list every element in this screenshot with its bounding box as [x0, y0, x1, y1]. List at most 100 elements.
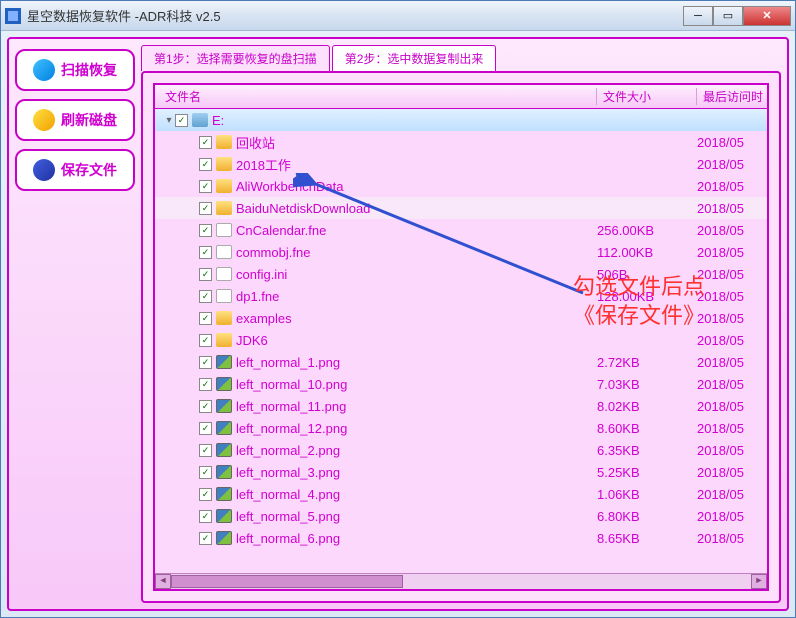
sidebar-button-label: 保存文件 [61, 160, 117, 180]
file-date: 2018/05 [697, 421, 767, 436]
table-row[interactable]: ✓left_normal_3.png5.25KB2018/05 [155, 461, 767, 483]
table-row[interactable]: ✓left_normal_6.png8.65KB2018/05 [155, 527, 767, 549]
file-size: 8.65KB [597, 531, 697, 546]
sidebar-button-refresh-icon[interactable]: 刷新磁盘 [15, 99, 135, 141]
column-size[interactable]: 文件大小 [597, 88, 697, 105]
folder-icon [216, 179, 232, 193]
file-size: 256.00KB [597, 223, 697, 238]
row-checkbox[interactable]: ✓ [199, 466, 212, 479]
tab[interactable]: 第2步：选中数据复制出来 [332, 45, 497, 71]
table-row[interactable]: ✓examples2018/05 [155, 307, 767, 329]
table-row[interactable]: ✓left_normal_1.png2.72KB2018/05 [155, 351, 767, 373]
row-checkbox[interactable]: ✓ [199, 158, 212, 171]
scroll-right-icon[interactable]: ► [751, 574, 767, 589]
table-row[interactable]: ✓JDK62018/05 [155, 329, 767, 351]
table-row[interactable]: ✓left_normal_5.png6.80KB2018/05 [155, 505, 767, 527]
file-name: left_normal_3.png [236, 465, 597, 480]
row-checkbox[interactable]: ✓ [199, 312, 212, 325]
scroll-left-icon[interactable]: ◄ [155, 574, 171, 589]
table-row[interactable]: ✓commobj.fne112.00KB2018/05 [155, 241, 767, 263]
file-date: 2018/05 [697, 487, 767, 502]
horizontal-scrollbar[interactable]: ◄ ► [155, 573, 767, 589]
row-checkbox[interactable]: ✓ [199, 378, 212, 391]
folder-icon [216, 157, 232, 171]
scroll-thumb[interactable] [171, 575, 403, 588]
file-size: 128.00KB [597, 289, 697, 304]
file-name: 2018工作 [236, 155, 597, 174]
file-date: 2018/05 [697, 179, 767, 194]
file-size: 2.72KB [597, 355, 697, 370]
tab[interactable]: 第1步：选择需要恢复的盘扫描 [141, 45, 330, 71]
row-checkbox[interactable]: ✓ [199, 334, 212, 347]
file-name: CnCalendar.fne [236, 223, 597, 238]
maximize-button[interactable]: ▭ [713, 6, 743, 26]
sidebar-button-save-icon[interactable]: 保存文件 [15, 149, 135, 191]
sidebar-button-label: 刷新磁盘 [61, 110, 117, 130]
row-checkbox[interactable]: ✓ [199, 202, 212, 215]
table-row[interactable]: ✓2018工作2018/05 [155, 153, 767, 175]
file-date: 2018/05 [697, 223, 767, 238]
file-date: 2018/05 [697, 289, 767, 304]
row-checkbox[interactable]: ✓ [175, 114, 188, 127]
row-checkbox[interactable]: ✓ [199, 444, 212, 457]
img-icon [216, 421, 232, 435]
row-checkbox[interactable]: ✓ [199, 400, 212, 413]
file-name: JDK6 [236, 333, 597, 348]
folder-icon [216, 201, 232, 215]
scan-icon [33, 59, 55, 81]
file-name: commobj.fne [236, 245, 597, 260]
file-size: 506B [597, 267, 697, 282]
column-date[interactable]: 最后访问时 [697, 88, 767, 105]
row-checkbox[interactable]: ✓ [199, 290, 212, 303]
table-row[interactable]: ✓ CnCalendar.fne256.00KB2018/05 [155, 219, 767, 241]
table-row[interactable]: ✓left_normal_4.png1.06KB2018/05 [155, 483, 767, 505]
file-name: E: [212, 113, 597, 128]
table-row[interactable]: ✓AliWorkbenchData2018/05 [155, 175, 767, 197]
content-panel: 文件名 文件大小 最后访问时 ▾✓E:✓回收站2018/05✓2018工作201… [141, 71, 781, 603]
minimize-button[interactable]: ─ [683, 6, 713, 26]
file-name: left_normal_10.png [236, 377, 597, 392]
file-name: dp1.fne [236, 289, 597, 304]
file-date: 2018/05 [697, 531, 767, 546]
file-date: 2018/05 [697, 201, 767, 216]
row-checkbox[interactable]: ✓ [199, 136, 212, 149]
file-date: 2018/05 [697, 465, 767, 480]
img-icon [216, 355, 232, 369]
table-row[interactable]: ✓left_normal_10.png7.03KB2018/05 [155, 373, 767, 395]
table-row[interactable]: ✓config.ini506B2018/05 [155, 263, 767, 285]
img-icon [216, 487, 232, 501]
sidebar-button-scan-icon[interactable]: 扫描恢复 [15, 49, 135, 91]
img-icon [216, 443, 232, 457]
row-checkbox[interactable]: ✓ [199, 510, 212, 523]
table-row[interactable]: ✓left_normal_2.png6.35KB2018/05 [155, 439, 767, 461]
row-checkbox[interactable]: ✓ [199, 268, 212, 281]
table-row[interactable]: ✓left_normal_12.png8.60KB2018/05 [155, 417, 767, 439]
save-icon [33, 159, 55, 181]
file-name: left_normal_1.png [236, 355, 597, 370]
table-row[interactable]: ✓BaiduNetdiskDownload2018/05 [155, 197, 767, 219]
img-icon [216, 399, 232, 413]
img-icon [216, 509, 232, 523]
row-checkbox[interactable]: ✓ [199, 532, 212, 545]
row-checkbox[interactable]: ✓ [199, 356, 212, 369]
row-checkbox[interactable]: ✓ [199, 422, 212, 435]
list-header: 文件名 文件大小 最后访问时 [155, 85, 767, 109]
file-date: 2018/05 [697, 311, 767, 326]
table-row[interactable]: ✓left_normal_11.png8.02KB2018/05 [155, 395, 767, 417]
file-name: config.ini [236, 267, 597, 282]
file-date: 2018/05 [697, 443, 767, 458]
table-row[interactable]: ✓ dp1.fne128.00KB2018/05 [155, 285, 767, 307]
table-row[interactable]: ✓回收站2018/05 [155, 131, 767, 153]
file-name: left_normal_12.png [236, 421, 597, 436]
table-row[interactable]: ▾✓ E: [155, 109, 767, 131]
expander-icon[interactable]: ▾ [163, 115, 175, 126]
row-checkbox[interactable]: ✓ [199, 224, 212, 237]
row-checkbox[interactable]: ✓ [199, 180, 212, 193]
row-checkbox[interactable]: ✓ [199, 246, 212, 259]
file-size: 8.02KB [597, 399, 697, 414]
row-checkbox[interactable]: ✓ [199, 488, 212, 501]
file-name: left_normal_2.png [236, 443, 597, 458]
column-name[interactable]: 文件名 [155, 88, 597, 105]
close-button[interactable]: ✕ [743, 6, 791, 26]
tab-bar: 第1步：选择需要恢复的盘扫描第2步：选中数据复制出来 [141, 45, 781, 71]
